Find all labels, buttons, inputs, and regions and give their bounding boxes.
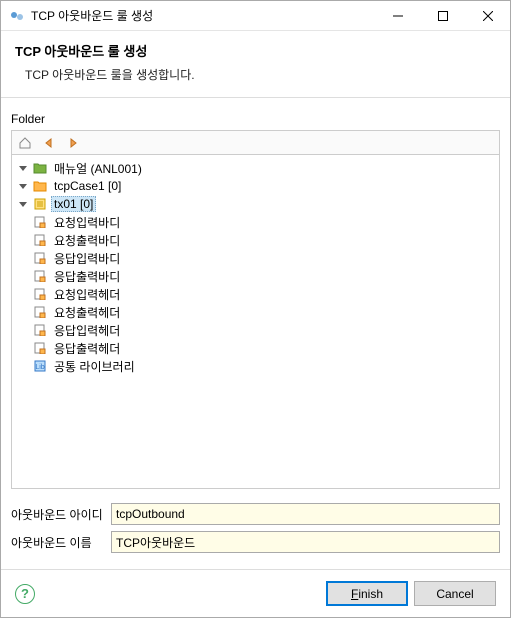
dialog-title: TCP 아웃바운드 룰 생성	[15, 41, 496, 60]
maximize-button[interactable]	[420, 1, 465, 30]
home-icon[interactable]	[16, 134, 34, 152]
outbound-id-label: 아웃바운드 아이디	[11, 506, 111, 523]
tree-label: 매뉴얼 (ANL001)	[51, 159, 145, 178]
close-button[interactable]	[465, 1, 510, 30]
tree-label: 요청입력헤더	[51, 285, 123, 304]
dialog-window: TCP 아웃바운드 룰 생성 TCP 아웃바운드 룰 생성 TCP 아웃바운드 …	[0, 0, 511, 618]
svg-text:Lib: Lib	[35, 364, 44, 371]
expand-toggle[interactable]	[16, 197, 30, 211]
dialog-footer: ? Finish Cancel	[1, 569, 510, 617]
tree-node-root[interactable]: 매뉴얼 (ANL001)	[14, 159, 497, 177]
doc-icon	[32, 340, 48, 356]
folder-open-icon	[32, 160, 48, 176]
forward-icon[interactable]	[64, 134, 82, 152]
folder-label: Folder	[11, 112, 500, 126]
tree-label: 공통 라이브러리	[51, 357, 138, 376]
doc-icon	[32, 250, 48, 266]
tree-node-leaf[interactable]: 요청입력바디	[14, 213, 497, 231]
app-icon	[9, 8, 25, 24]
tree-label: tcpCase1 [0]	[51, 178, 124, 194]
tree-toolbar	[11, 130, 500, 154]
window-title: TCP 아웃바운드 룰 생성	[31, 7, 375, 24]
expand-toggle[interactable]	[16, 179, 30, 193]
outbound-name-label: 아웃바운드 이름	[11, 534, 111, 551]
library-icon: Lib	[32, 358, 48, 374]
help-icon[interactable]: ?	[15, 584, 35, 604]
expand-toggle[interactable]	[16, 161, 30, 175]
form-area: 아웃바운드 아이디 아웃바운드 이름	[11, 503, 500, 559]
tree-label: 응답출력바디	[51, 267, 123, 286]
doc-icon	[32, 304, 48, 320]
tree-node-leaf[interactable]: 요청출력바디	[14, 231, 497, 249]
cancel-button[interactable]: Cancel	[414, 581, 496, 606]
dialog-content: Folder 매뉴얼 (ANL001)	[1, 98, 510, 569]
folder-tree[interactable]: 매뉴얼 (ANL001) tcpCase1 [0]	[11, 154, 500, 489]
doc-icon	[32, 322, 48, 338]
tree-node-commonlib[interactable]: Lib 공통 라이브러리	[14, 357, 497, 375]
tree-node-leaf[interactable]: 응답입력바디	[14, 249, 497, 267]
finish-button[interactable]: Finish	[326, 581, 408, 606]
tree-node-leaf[interactable]: 응답입력헤더	[14, 321, 497, 339]
dialog-header: TCP 아웃바운드 룰 생성 TCP 아웃바운드 룰을 생성합니다.	[1, 31, 510, 98]
file-icon	[32, 196, 48, 212]
doc-icon	[32, 268, 48, 284]
minimize-button[interactable]	[375, 1, 420, 30]
tree-node-leaf[interactable]: 요청출력헤더	[14, 303, 497, 321]
tree-label: 요청입력바디	[51, 213, 123, 232]
tree-node-tx01[interactable]: tx01 [0]	[14, 195, 497, 213]
outbound-name-input[interactable]	[111, 531, 500, 553]
doc-icon	[32, 232, 48, 248]
doc-icon	[32, 214, 48, 230]
tree-label: 요청출력바디	[51, 231, 123, 250]
tree-label: tx01 [0]	[51, 196, 96, 212]
tree-label: 요청출력헤더	[51, 303, 123, 322]
tree-node-leaf[interactable]: 응답출력바디	[14, 267, 497, 285]
tree-label: 응답출력헤더	[51, 339, 123, 358]
back-icon[interactable]	[40, 134, 58, 152]
tree-node-leaf[interactable]: 응답출력헤더	[14, 339, 497, 357]
tree-label: 응답입력바디	[51, 249, 123, 268]
tree-node-leaf[interactable]: 요청입력헤더	[14, 285, 497, 303]
outbound-id-input[interactable]	[111, 503, 500, 525]
dialog-description: TCP 아웃바운드 룰을 생성합니다.	[25, 66, 496, 83]
titlebar: TCP 아웃바운드 룰 생성	[1, 1, 510, 31]
tree-label: 응답입력헤더	[51, 321, 123, 340]
tree-node-tcpcase[interactable]: tcpCase1 [0]	[14, 177, 497, 195]
doc-icon	[32, 286, 48, 302]
folder-icon	[32, 178, 48, 194]
